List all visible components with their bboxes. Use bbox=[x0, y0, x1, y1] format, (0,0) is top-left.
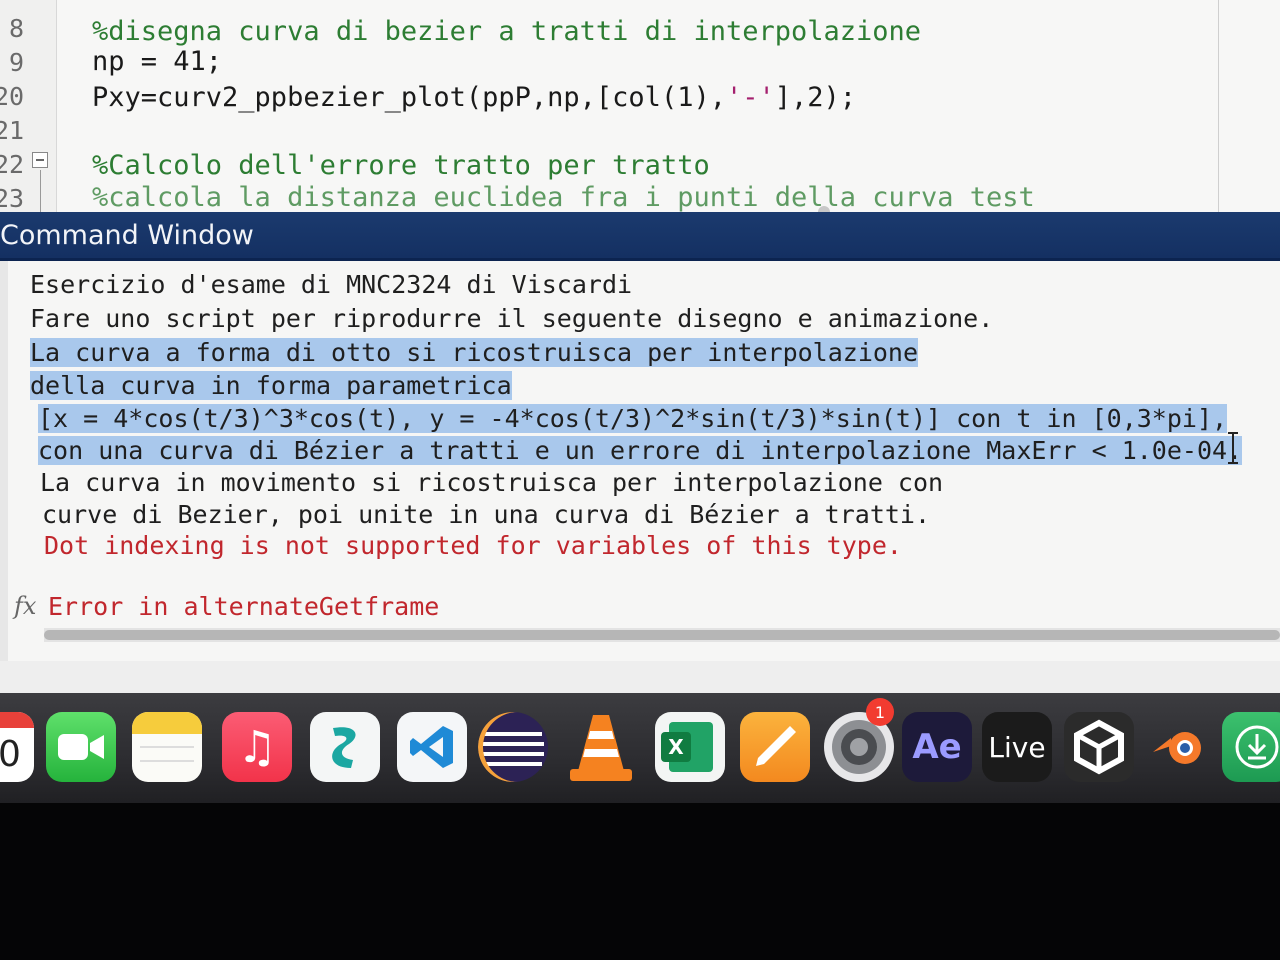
code-line[interactable]: np = 41; bbox=[92, 46, 222, 77]
notes-rule bbox=[140, 746, 194, 748]
notes-rule bbox=[140, 760, 194, 762]
notification-badge: 1 bbox=[866, 698, 894, 726]
ableton-live-icon[interactable]: Live bbox=[982, 712, 1052, 782]
code-line-comment[interactable]: %calcola la distanza euclidea fra i punt… bbox=[92, 182, 1035, 212]
code-line-comment[interactable]: %disegna curva di bezier a tratti di int… bbox=[92, 16, 921, 47]
calendar-icon[interactable]: 0 bbox=[0, 712, 34, 782]
code-line[interactable]: Pxy=curv2_ppbezier_plot(ppP,np,[col(1),'… bbox=[92, 82, 856, 113]
text-cursor-icon bbox=[1228, 432, 1240, 464]
line-number: 22 bbox=[0, 150, 25, 179]
calendar-day: 0 bbox=[0, 734, 21, 775]
line-number: 20 bbox=[0, 82, 25, 111]
code-line-comment[interactable]: %Calcolo dell'errore tratto per tratto bbox=[92, 150, 710, 181]
camera-glyph bbox=[58, 734, 104, 760]
text-selection: della curva in forma parametrica bbox=[30, 371, 512, 400]
output-line: La curva in movimento si ricostruisca pe… bbox=[40, 468, 944, 497]
output-line-selected: [x = 4*cos(t/3)^3*cos(t), y = -4*cos(t/3… bbox=[38, 404, 1228, 433]
vscode-glyph bbox=[410, 726, 453, 768]
code-fold-toggle[interactable] bbox=[32, 152, 48, 168]
code-token: Pxy=curv2_ppbezier_plot(ppP,np,[col(1), bbox=[92, 82, 726, 113]
unity-icon[interactable] bbox=[1064, 712, 1134, 782]
downloads-icon[interactable] bbox=[1222, 712, 1280, 782]
output-line-selected: con una curva di Bézier a tratti e un er… bbox=[38, 436, 1243, 465]
line-number-gutter: 8 9 20 21 22 23 bbox=[0, 0, 57, 212]
text-selection: [x = 4*cos(t/3)^3*cos(t), y = -4*cos(t/3… bbox=[38, 404, 1228, 433]
vlc-icon[interactable] bbox=[566, 712, 636, 782]
unity-cube-glyph bbox=[1074, 719, 1124, 775]
scrollbar-thumb[interactable] bbox=[44, 630, 1280, 640]
horizontal-scrollbar[interactable] bbox=[44, 628, 1280, 642]
vlc-cone-glyph bbox=[570, 715, 632, 781]
error-message: Dot indexing is not supported for variab… bbox=[44, 531, 902, 560]
notes-header bbox=[132, 712, 202, 734]
eclipse-icon[interactable] bbox=[478, 712, 548, 782]
pen-glyph bbox=[756, 726, 796, 766]
string-literal: '-' bbox=[725, 82, 775, 113]
text-selection: con una curva di Bézier a tratti e un er… bbox=[38, 436, 1243, 465]
line-number: 21 bbox=[0, 116, 25, 145]
notes-icon[interactable] bbox=[132, 712, 202, 782]
pages-icon[interactable] bbox=[740, 712, 810, 782]
eclipse-ring bbox=[478, 712, 548, 782]
line-number: 8 bbox=[8, 14, 24, 43]
code-token: ],2); bbox=[774, 82, 857, 113]
command-window-title: Command Window bbox=[0, 220, 254, 251]
line-number: 9 bbox=[8, 48, 24, 77]
excel-label: X bbox=[661, 732, 691, 762]
after-effects-icon[interactable]: Ae bbox=[902, 712, 972, 782]
after-effects-label: Ae bbox=[912, 727, 962, 767]
fx-prompt-icon[interactable]: fx bbox=[14, 592, 36, 620]
command-prompt-error[interactable]: Error in alternateGetframe bbox=[48, 592, 439, 621]
status-bar bbox=[0, 661, 1280, 693]
calendar-header bbox=[0, 712, 34, 728]
fold-guide bbox=[40, 170, 41, 212]
output-line-selected: La curva a forma di otto si ricostruisca… bbox=[30, 338, 919, 367]
surfshark-icon[interactable] bbox=[310, 712, 380, 782]
excel-icon[interactable]: X bbox=[655, 712, 725, 782]
output-line-selected: della curva in forma parametrica bbox=[30, 371, 512, 400]
ableton-live-label: Live bbox=[988, 730, 1046, 764]
blender-icon[interactable] bbox=[1144, 712, 1214, 782]
surfshark-glyph bbox=[332, 727, 356, 768]
line-number: 23 bbox=[0, 184, 25, 212]
vscode-icon[interactable] bbox=[397, 712, 467, 782]
output-line: Fare uno script per riprodurre il seguen… bbox=[30, 304, 994, 333]
output-line: curve di Bezier, poi unite in una curva … bbox=[42, 500, 931, 529]
screen-bezel bbox=[0, 803, 1280, 960]
command-window-header[interactable]: Command Window bbox=[0, 212, 1280, 261]
music-note-glyph: ♫ bbox=[237, 721, 277, 773]
code-editor[interactable]: 8 9 20 21 22 23 %disegna curva di bezier… bbox=[0, 0, 1280, 212]
blender-glyph bbox=[1153, 732, 1201, 764]
text-selection: La curva a forma di otto si ricostruisca… bbox=[30, 338, 919, 367]
output-line: Esercizio d'esame di MNC2324 di Viscardi bbox=[30, 270, 633, 299]
facetime-icon[interactable] bbox=[46, 712, 116, 782]
music-icon[interactable]: ♫ bbox=[222, 712, 292, 782]
editor-scrollbar[interactable] bbox=[1218, 0, 1219, 212]
download-arrow-icon bbox=[1235, 725, 1279, 769]
